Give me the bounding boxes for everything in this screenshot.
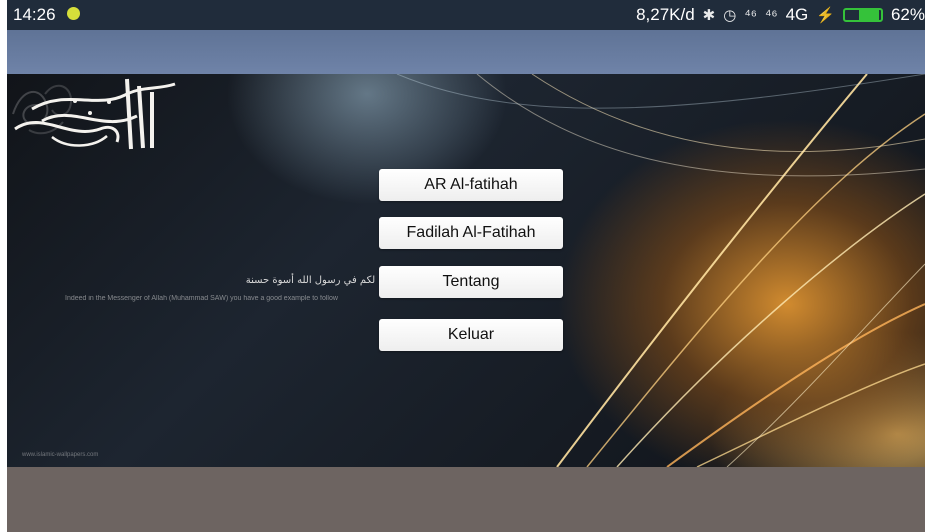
notification-icon <box>67 7 80 20</box>
bottom-area <box>7 467 925 532</box>
battery-level: 62% <box>890 5 925 24</box>
fadilah-al-fatihah-button[interactable]: Fadilah Al-Fatihah <box>379 217 563 249</box>
network-type: 4G <box>785 5 809 24</box>
app-screen: 14:26 8,27K/d ✱ ◷ ⁴⁶ ⁴⁶ 4G ⚡ 62% لقد كان… <box>0 0 925 532</box>
charging-icon: ⚡ <box>816 7 835 24</box>
status-bar: 14:26 8,27K/d ✱ ◷ ⁴⁶ ⁴⁶ 4G ⚡ 62% <box>7 0 925 30</box>
app-bar <box>7 30 925 74</box>
ar-al-fatihah-button[interactable]: AR Al-fatihah <box>379 169 563 201</box>
keluar-button[interactable]: Keluar <box>379 319 563 351</box>
battery-icon <box>842 8 883 22</box>
signal-icon: ⁴⁶ <box>744 6 757 24</box>
network-speed: 8,27K/d <box>636 5 695 24</box>
tentang-button[interactable]: Tentang <box>379 266 563 298</box>
alarm-icon: ◷ <box>723 7 737 24</box>
status-indicators: 8,27K/d ✱ ◷ ⁴⁶ ⁴⁶ 4G ⚡ 62% <box>636 5 925 25</box>
english-caption: Indeed in the Messenger of Allah (Muhamm… <box>65 295 338 302</box>
wallpaper-signature: www.islamic-wallpapers.com <box>22 452 99 458</box>
sim-signal-icon: ⁴⁶ <box>764 6 778 24</box>
arabic-calligraphy <box>14 78 176 150</box>
status-time: 14:26 <box>13 5 56 24</box>
wifi-icon: ✱ <box>702 7 716 24</box>
